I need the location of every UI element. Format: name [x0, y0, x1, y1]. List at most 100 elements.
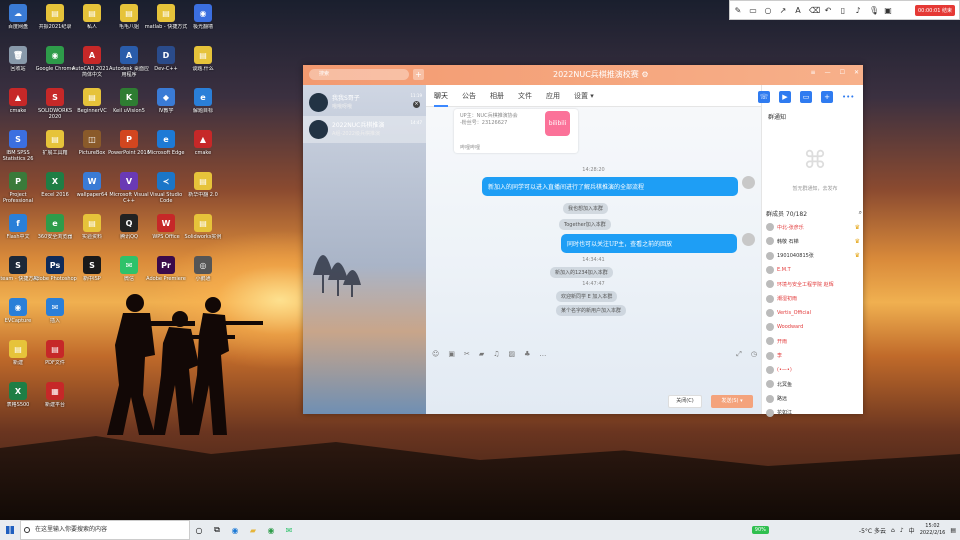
emoji-icon[interactable]: ☺: [432, 350, 439, 362]
member-item[interactable]: Woodward: [766, 321, 860, 333]
circle-icon[interactable]: ○: [764, 6, 772, 15]
desktop-icon[interactable]: ◉ 极光翻墙: [181, 2, 225, 46]
camera-icon[interactable]: ▣: [884, 6, 892, 15]
desktop-icon[interactable]: ▤ PDF文件: [33, 338, 77, 382]
edge-icon[interactable]: ◉: [226, 520, 244, 540]
expand-icon[interactable]: ⤢: [736, 350, 742, 362]
cortana-icon[interactable]: ○: [190, 520, 208, 540]
ime-indicator[interactable]: 中: [909, 526, 915, 535]
conversation-search-input[interactable]: 搜索: [309, 69, 409, 80]
arrow-icon[interactable]: ↗: [779, 6, 787, 15]
app-icon: P: [9, 172, 27, 190]
invite-icon[interactable]: +: [821, 91, 833, 103]
rectangle-icon[interactable]: ▭: [749, 6, 757, 15]
volume-icon[interactable]: ♪: [900, 527, 904, 534]
tab-album[interactable]: 相册: [490, 85, 504, 107]
text-icon[interactable]: A: [794, 6, 802, 15]
close-icon[interactable]: ✕: [854, 69, 859, 76]
desktop-icon[interactable]: e 解题目标: [181, 86, 225, 130]
member-item[interactable]: 花如江: [766, 407, 860, 419]
member-item[interactable]: 1901040815张 ♛: [766, 250, 860, 262]
desktop-icon[interactable]: ▲ cmake: [181, 128, 225, 172]
image-icon[interactable]: ▨: [508, 350, 515, 362]
folder-icon[interactable]: ▰: [479, 350, 484, 362]
member-item[interactable]: 中北-张彦乐 ♛: [766, 221, 860, 233]
start-button[interactable]: [0, 520, 20, 540]
message-bubble[interactable]: 同时也可以关注UP主，查看之前的回放: [561, 234, 737, 253]
close-conversation-icon[interactable]: ×: [413, 101, 420, 108]
conversation-item-selected[interactable]: 2022NUC兵棋推演 A组-2022级兵棋推演 14:47: [303, 116, 426, 143]
desktop-icon[interactable]: ▦ 新建平台: [33, 380, 77, 424]
conversation-list: 我我S哥子 哦哦呀哦 11:19 × 2022NUC兵棋推演 A组-2022级兵棋推…: [303, 85, 426, 414]
tab-apps[interactable]: 应用: [546, 85, 560, 107]
scissors-icon[interactable]: ✂: [464, 350, 470, 362]
clock[interactable]: 15:02 2022/2/16: [920, 523, 946, 537]
tab-chat[interactable]: 聊天: [434, 85, 448, 107]
bilibili-share-card[interactable]: UP主：NUC兵棋推演协会 -粉丝号：23126627 bilibili 哔哩哔哩: [454, 109, 578, 153]
clear-icon[interactable]: ▯: [839, 6, 847, 15]
desktop-icon[interactable]: ◎ 小鹅通: [181, 254, 225, 298]
video-icon[interactable]: ▶: [779, 91, 791, 103]
app-icon: K: [120, 88, 138, 106]
weather-text[interactable]: -5°C 多云: [859, 526, 886, 535]
more-icon[interactable]: …: [539, 350, 546, 362]
app-icon: ▤: [157, 4, 175, 22]
member-item[interactable]: 潮湿初雨: [766, 293, 860, 305]
tab-files[interactable]: 文件: [518, 85, 532, 107]
microphone-icon[interactable]: 🎙: [869, 6, 879, 15]
undo-icon[interactable]: ↶: [824, 6, 832, 15]
member-item[interactable]: 李: [766, 350, 860, 362]
pen-icon[interactable]: ✎: [734, 6, 742, 15]
360-browser-icon[interactable]: ◉: [262, 520, 280, 540]
member-item[interactable]: 北冥鱼: [766, 378, 860, 390]
tab-settings[interactable]: 设置 ▾: [574, 85, 594, 107]
app-icon: ◫: [83, 130, 101, 148]
app-icon: ▤: [46, 340, 64, 358]
tab-notice[interactable]: 公告: [462, 85, 476, 107]
member-search-icon[interactable]: ⌕: [859, 209, 862, 218]
member-item[interactable]: 路远: [766, 393, 860, 405]
desktop-icon[interactable]: ▤ 新华中翻 2.0: [181, 170, 225, 214]
explorer-icon[interactable]: ▰: [244, 520, 262, 540]
network-icon[interactable]: ⌂: [891, 527, 895, 534]
notification-icon[interactable]: ▤: [950, 527, 956, 534]
task-view-icon[interactable]: ⧉: [208, 520, 226, 540]
member-item[interactable]: 环境与安全工程学院 赵辉: [766, 278, 860, 290]
message-bubble[interactable]: 新加入的同学可以进入直播间进行了解兵棋推演的全部流程: [482, 177, 738, 196]
close-button[interactable]: 关闭(C): [668, 395, 702, 408]
send-button[interactable]: 发送(S) ▾: [711, 395, 753, 408]
bell-icon[interactable]: ♣: [524, 350, 530, 362]
taskbar-search-input[interactable]: 在这里输入你要搜索的内容: [20, 520, 190, 540]
avatar: [766, 380, 774, 389]
screen-share-icon[interactable]: ▭: [800, 91, 812, 103]
more-options-icon[interactable]: •••: [842, 91, 854, 103]
speaker-icon[interactable]: ♪: [854, 6, 862, 15]
battery-indicator[interactable]: 90%: [751, 526, 769, 534]
app-icon: ▲: [9, 88, 27, 106]
phone-icon[interactable]: ☏: [758, 91, 770, 103]
member-item[interactable]: E.M.T: [766, 264, 860, 276]
stop-recording-button[interactable]: 00:00:01 结束: [914, 4, 955, 16]
conversation-item[interactable]: 我我S哥子 哦哦呀哦 11:19 ×: [303, 89, 426, 116]
app-icon: e: [194, 88, 212, 106]
app-icon: ◆: [157, 88, 175, 106]
eraser-icon[interactable]: ⌫: [809, 6, 820, 15]
app-icon: ▤: [83, 88, 101, 106]
member-item[interactable]: 韩敬 石梯 ♛: [766, 235, 860, 247]
wechat-icon[interactable]: ✉: [280, 520, 298, 540]
member-item[interactable]: 开雨: [766, 335, 860, 347]
music-icon[interactable]: ♫: [493, 350, 499, 362]
maximize-icon[interactable]: ☐: [840, 69, 845, 76]
member-item[interactable]: Vertis_Official: [766, 307, 860, 319]
add-icon[interactable]: +: [413, 69, 424, 80]
member-item[interactable]: (•—•): [766, 364, 860, 376]
menu-icon[interactable]: ≡: [811, 69, 816, 76]
gif-icon[interactable]: ▣: [448, 350, 455, 362]
history-icon[interactable]: ◷: [751, 350, 757, 362]
minimize-icon[interactable]: —: [825, 69, 831, 76]
avatar: [766, 294, 774, 303]
desktop-icon[interactable]: ▤ 谈题.什么: [181, 44, 225, 88]
desktop-icon[interactable]: ▤ Solidworks实例: [181, 212, 225, 256]
app-icon: ▤: [194, 172, 212, 190]
desktop-icon[interactable]: ✉ 插入: [33, 296, 77, 340]
